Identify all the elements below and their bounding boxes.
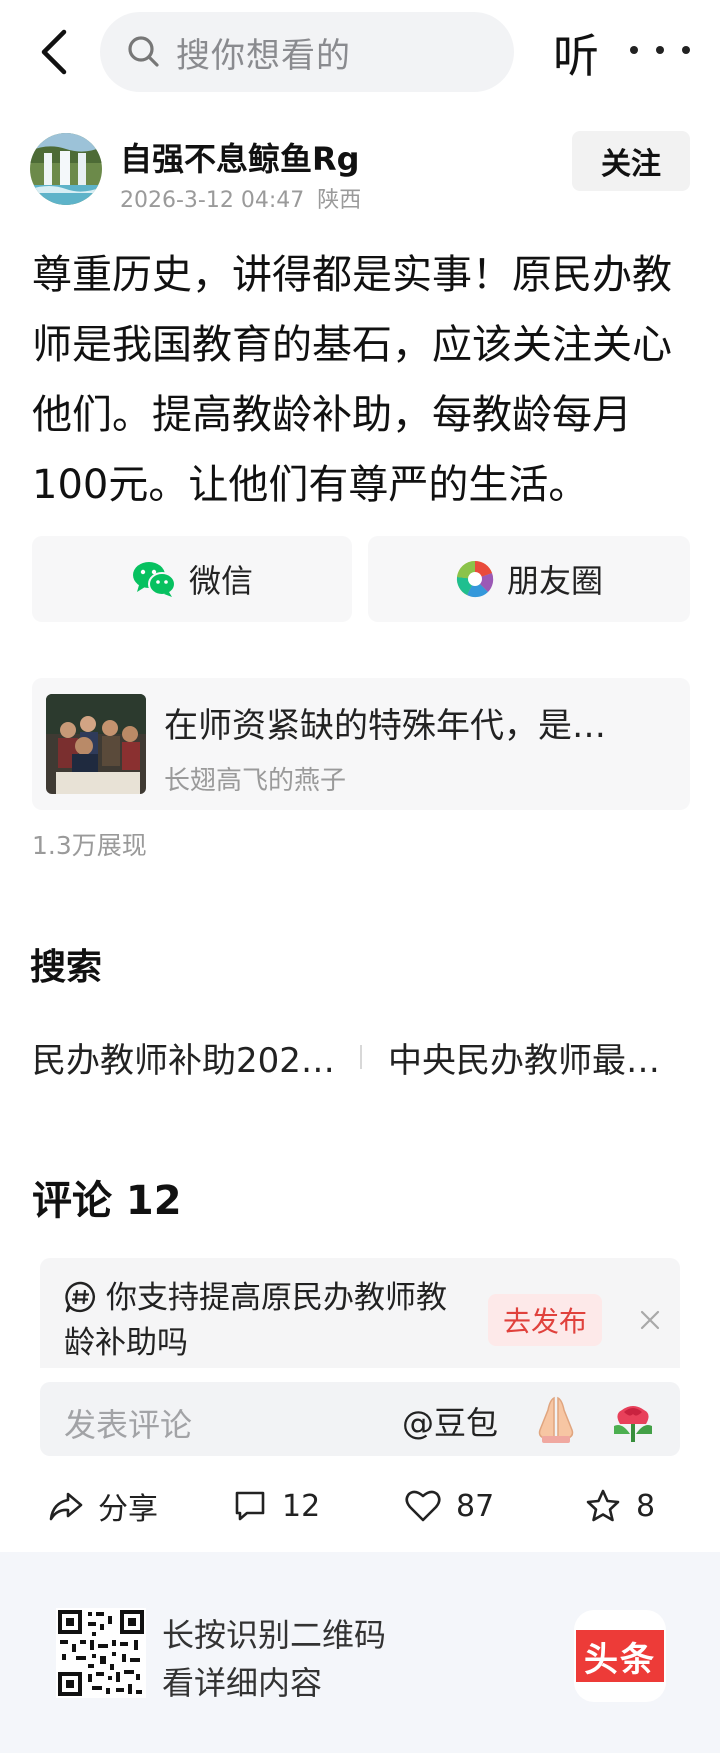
article-title: 在师资紧缺的特殊年代，是… <box>164 706 606 746</box>
share-action-label: 分享 <box>98 1492 158 1527</box>
more-dot <box>630 46 638 54</box>
comments-heading: 评论 12 <box>32 1178 182 1224</box>
footer-line-1: 长按识别二维码 <box>162 1616 387 1654</box>
share-wechat-label: 微信 <box>188 562 253 600</box>
comment-bubble-icon <box>232 1488 268 1524</box>
pray-hands-emoji-button[interactable] <box>532 1394 580 1448</box>
comment-action-button[interactable]: 12 <box>232 1478 320 1534</box>
post-body-text: 尊重历史，讲得都是实事！原民办教师是我国教育的基石，应该关注关心他们。提高教龄补… <box>32 252 672 508</box>
favorite-count: 8 <box>636 1488 656 1524</box>
post-meta: 2026-3-12 04:47 陕西 <box>120 182 361 214</box>
share-action-button[interactable]: 分享 <box>48 1478 158 1534</box>
moments-aperture-icon <box>455 559 495 599</box>
comment-input[interactable]: 发表评论 @豆包 <box>40 1382 680 1456</box>
at-mention-button[interactable]: @豆包 <box>402 1398 498 1444</box>
like-count: 87 <box>456 1488 495 1524</box>
favorite-action-button[interactable]: 8 <box>584 1478 655 1534</box>
heart-icon <box>404 1488 442 1524</box>
toutiao-logo-text: 头条 <box>576 1630 664 1682</box>
chevron-left-icon <box>41 29 67 75</box>
topic-question: 你支持提高原民办教师教龄补助吗 <box>64 1280 447 1361</box>
back-button[interactable] <box>28 22 78 82</box>
comment-count: 12 <box>282 1488 321 1524</box>
author-name[interactable]: 自强不息鲸鱼Rg <box>120 134 360 180</box>
star-icon <box>584 1488 622 1524</box>
post-location: 陕西 <box>317 188 362 213</box>
share-arrow-icon <box>48 1488 84 1524</box>
linked-article-card[interactable]: 在师资紧缺的特殊年代，是… 长翅高飞的燕子 <box>32 678 690 810</box>
comment-topic-prompt: 你支持提高原民办教师教龄补助吗 去发布 <box>40 1258 680 1368</box>
share-moments-button[interactable]: 朋友圈 <box>368 536 690 622</box>
more-dot <box>682 46 690 54</box>
share-wechat-button[interactable]: 微信 <box>32 536 352 622</box>
rose-icon <box>614 1406 652 1442</box>
search-input[interactable]: 搜你想看的 <box>100 12 514 92</box>
share-moments-label: 朋友圈 <box>506 562 603 600</box>
like-action-button[interactable]: 87 <box>404 1478 494 1534</box>
waterfall-avatar-image <box>30 133 102 205</box>
toutiao-logo: 头条 <box>574 1610 666 1702</box>
rose-emoji-button[interactable] <box>610 1394 656 1448</box>
follow-button[interactable]: 关注 <box>572 131 690 191</box>
article-thumbnail <box>46 694 146 794</box>
listen-button[interactable]: 听 <box>546 18 606 88</box>
close-topic-button[interactable] <box>630 1300 670 1340</box>
suggestion-divider <box>360 1045 362 1069</box>
post-datetime: 2026-3-12 04:47 <box>120 188 305 213</box>
more-dot <box>656 46 664 54</box>
more-menu-button[interactable] <box>630 30 690 70</box>
topic-post-button[interactable]: 去发布 <box>488 1294 602 1346</box>
wechat-icon <box>131 559 177 599</box>
footer-line-2: 看详细内容 <box>162 1664 323 1702</box>
avatar[interactable] <box>30 133 102 205</box>
comment-placeholder: 发表评论 <box>64 1406 193 1444</box>
search-suggestion[interactable]: 中央民办教师最… <box>388 1033 688 1082</box>
pray-hands-icon <box>538 1396 574 1443</box>
footer-qr-banner: 长按识别二维码 看详细内容 头条 <box>0 1552 720 1753</box>
qr-code[interactable] <box>56 1608 146 1698</box>
search-icon <box>128 36 159 67</box>
search-placeholder: 搜你想看的 <box>176 35 351 76</box>
search-suggestion[interactable]: 民办教师补助202… <box>32 1033 350 1082</box>
close-icon <box>640 1310 660 1330</box>
article-author: 长翅高飞的燕子 <box>164 766 347 796</box>
impressions-count: 1.3万展现 <box>32 831 147 860</box>
search-section-heading: 搜索 <box>30 947 103 988</box>
